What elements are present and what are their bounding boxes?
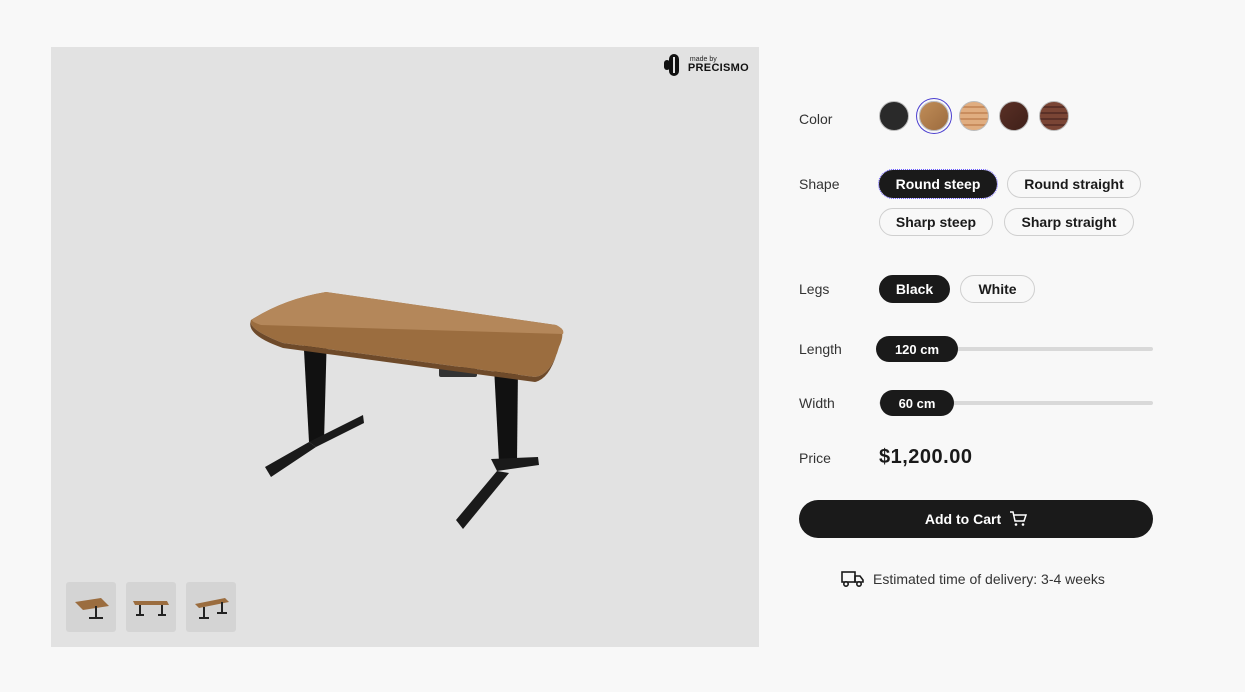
color-label: Color <box>799 111 833 127</box>
legs-black[interactable]: Black <box>879 275 950 303</box>
length-slider-thumb[interactable]: 120 cm <box>876 336 958 362</box>
shape-round-steep[interactable]: Round steep <box>878 169 998 199</box>
length-label: Length <box>799 341 842 357</box>
desk-3d-render <box>250 292 564 529</box>
price-value: $1,200.00 <box>879 446 973 468</box>
desk-thumbnail-icon <box>195 598 229 619</box>
width-slider-thumb[interactable]: 60 cm <box>880 390 954 416</box>
delivery-info: Estimated time of delivery: 3-4 weeks <box>841 570 1105 588</box>
add-to-cart-button[interactable]: Add to Cart <box>799 500 1153 538</box>
legs-label: Legs <box>799 281 830 297</box>
shape-label: Shape <box>799 176 840 192</box>
swatch-walnut[interactable] <box>1039 101 1069 131</box>
thumbnail-strip <box>66 582 236 632</box>
shape-round-straight[interactable]: Round straight <box>1007 170 1141 198</box>
add-to-cart-label: Add to Cart <box>924 511 1002 527</box>
swatch-black[interactable] <box>879 101 909 131</box>
cart-icon <box>1010 511 1028 526</box>
delivery-text: Estimated time of delivery: 3-4 weeks <box>873 571 1105 587</box>
product-viewer[interactable]: made by PRECISMO <box>51 47 759 647</box>
desk-thumbnail-icon <box>75 598 109 619</box>
shape-sharp-steep[interactable]: Sharp steep <box>879 208 993 236</box>
thumbnail-2[interactable] <box>126 582 176 632</box>
shape-sharp-straight[interactable]: Sharp straight <box>1004 208 1134 236</box>
swatch-oak[interactable] <box>919 101 949 131</box>
width-label: Width <box>799 395 835 411</box>
swatch-light-wood[interactable] <box>959 101 989 131</box>
desk-thumbnail-icon <box>133 601 169 616</box>
truck-icon <box>841 571 864 588</box>
thumbnail-3[interactable] <box>186 582 236 632</box>
swatch-dark-walnut[interactable] <box>999 101 1029 131</box>
color-swatches <box>879 101 1069 131</box>
legs-white[interactable]: White <box>960 275 1035 303</box>
thumbnail-1[interactable] <box>66 582 116 632</box>
price-label: Price <box>799 450 831 466</box>
